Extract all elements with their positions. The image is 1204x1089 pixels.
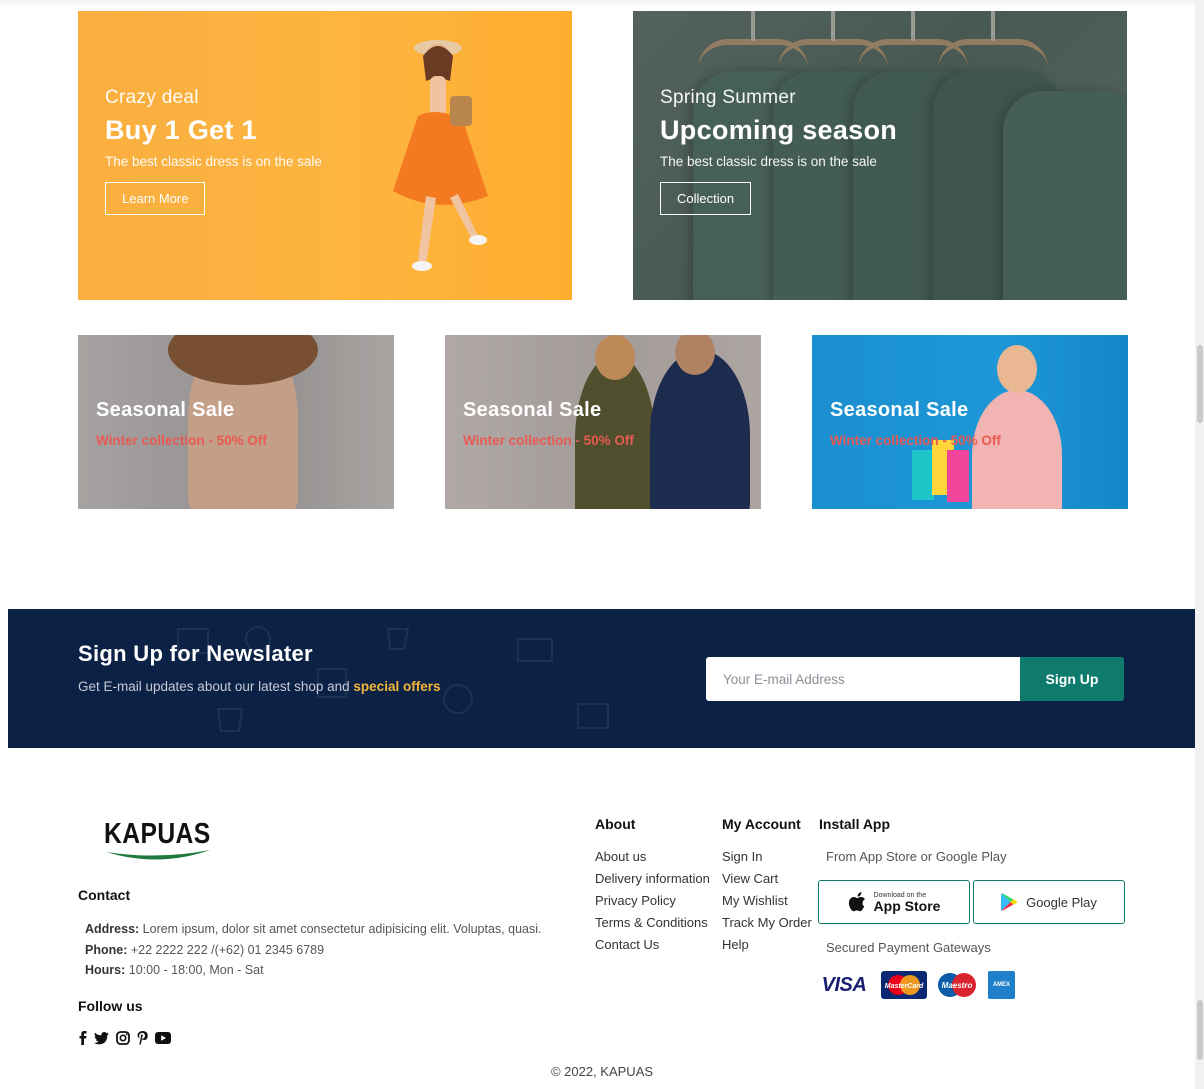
banner-eyebrow: Crazy deal [105, 87, 199, 108]
newsletter-text: Get E-mail updates about our latest shop… [78, 679, 440, 694]
hours-label: Hours: [85, 963, 126, 977]
footer-link-terms-conditions[interactable]: Terms & Conditions [595, 912, 710, 934]
install-app-subtitle: From App Store or Google Play [826, 849, 1007, 864]
amex-icon: AMEX [988, 971, 1015, 999]
scrollbar-thumb[interactable] [1197, 345, 1203, 423]
account-links: Sign In View Cart My Wishlist Track My O… [722, 846, 812, 956]
email-input[interactable] [706, 657, 1020, 701]
footer-link-sign-in[interactable]: Sign In [722, 846, 812, 868]
social-links [78, 1031, 171, 1045]
sale-title: Seasonal Sale [96, 399, 235, 421]
mastercard-label: MasterCard [885, 983, 924, 990]
footer-link-delivery-information[interactable]: Delivery information [595, 868, 710, 890]
payment-heading: Secured Payment Gateways [826, 940, 991, 955]
logo-wordmark: KAPUAS [104, 818, 211, 850]
scrollbar-thumb-lower[interactable] [1197, 1000, 1203, 1060]
about-links: About us Delivery information Privacy Po… [595, 846, 710, 956]
copyright-text: © 2022, KAPUAS [550, 1064, 654, 1079]
address-label: Address: [85, 922, 140, 936]
header-shadow [0, 0, 1195, 8]
sale-offer: Winter collection - 50% Off [830, 433, 1001, 448]
google-play-icon [1001, 893, 1018, 911]
banner-subtitle: The best classic dress is on the sale [105, 154, 322, 169]
install-app-heading: Install App [819, 816, 891, 832]
app-store-button[interactable]: Download on the App Store [818, 880, 970, 924]
collection-button[interactable]: Collection [660, 182, 752, 215]
model-woman-orange-dress-image [393, 40, 488, 271]
twitter-icon[interactable] [94, 1031, 109, 1045]
banner-headline: Buy 1 Get 1 [105, 115, 257, 145]
newsletter-highlight: special offers [353, 679, 441, 694]
google-play-label: Google Play [1026, 894, 1097, 910]
hours-line: Hours: 10:00 - 18:00, Mon - Sat [85, 960, 541, 981]
banner-headline: Upcoming season [660, 115, 898, 145]
sale-title: Seasonal Sale [463, 399, 602, 421]
phone-value: +22 2222 222 /(+62) 01 2345 6789 [127, 942, 325, 957]
about-heading: About [595, 816, 636, 832]
promo-banner-upcoming-season[interactable]: Spring Summer Upcoming season The best c… [633, 11, 1127, 300]
facebook-icon[interactable] [78, 1031, 87, 1045]
footer-link-about-us[interactable]: About us [595, 846, 710, 868]
logo-swoosh-icon [106, 850, 210, 860]
mastercard-icon: MasterCard [881, 971, 927, 999]
learn-more-button[interactable]: Learn More [105, 182, 206, 215]
visa-icon: VISA [821, 973, 867, 996]
my-account-heading: My Account [722, 816, 801, 832]
footer-link-contact-us[interactable]: Contact Us [595, 934, 710, 956]
maestro-icon: Maestro [934, 971, 980, 999]
hours-value: 10:00 - 18:00, Mon - Sat [125, 963, 264, 977]
app-store-big-text: App Store [873, 897, 941, 914]
promo-banner-buy1get1[interactable]: Crazy deal Buy 1 Get 1 The best classic … [78, 11, 572, 300]
footer-link-help[interactable]: Help [722, 934, 812, 956]
youtube-icon[interactable] [155, 1032, 171, 1044]
page-scrollbar[interactable] [1195, 0, 1204, 1089]
instagram-icon[interactable] [116, 1031, 130, 1045]
newsletter-heading: Sign Up for Newslater [78, 641, 313, 666]
contact-details: Address: Lorem ipsum, dolor sit amet con… [85, 919, 541, 981]
maestro-circles: Maestro [938, 973, 976, 997]
seasonal-sale-banner-1[interactable]: Seasonal Sale Winter collection - 50% Of… [78, 335, 394, 509]
seasonal-sale-banner-2[interactable]: Seasonal Sale Winter collection - 50% Of… [445, 335, 761, 509]
follow-heading: Follow us [78, 998, 143, 1014]
banner-eyebrow: Spring Summer [660, 87, 796, 108]
phone-line: Phone: +22 2222 222 /(+62) 01 2345 6789 [85, 940, 541, 961]
footer-link-track-order[interactable]: Track My Order [722, 912, 812, 934]
mastercard-circles: MasterCard [885, 975, 924, 995]
app-store-label: Download on the App Store [874, 892, 941, 913]
footer-link-my-wishlist[interactable]: My Wishlist [722, 890, 812, 912]
footer-link-privacy-policy[interactable]: Privacy Policy [595, 890, 710, 912]
maestro-label: Maestro [942, 981, 973, 990]
contact-heading: Contact [78, 887, 131, 903]
google-play-button[interactable]: Google Play [973, 880, 1125, 924]
sale-offer: Winter collection - 50% Off [96, 433, 267, 448]
pinterest-icon[interactable] [137, 1031, 148, 1045]
address-value: Lorem ipsum, dolor sit amet consectetur … [139, 922, 542, 936]
apple-icon [848, 891, 865, 911]
sale-offer: Winter collection - 50% Off [463, 433, 634, 448]
newsletter-text-main: Get E-mail updates about our latest shop… [78, 679, 354, 694]
seasonal-sale-banner-3[interactable]: Seasonal Sale Winter collection - 50% Of… [812, 335, 1128, 509]
phone-label: Phone: [85, 942, 128, 957]
footer-link-view-cart[interactable]: View Cart [722, 868, 812, 890]
banner-subtitle: The best classic dress is on the sale [660, 154, 877, 169]
sale-title: Seasonal Sale [830, 399, 969, 421]
newsletter-section: Sign Up for Newslater Get E-mail updates… [8, 609, 1195, 748]
address-line: Address: Lorem ipsum, dolor sit amet con… [85, 919, 541, 940]
sign-up-button[interactable]: Sign Up [1020, 657, 1124, 701]
kapuas-logo[interactable]: KAPUAS [104, 818, 214, 864]
